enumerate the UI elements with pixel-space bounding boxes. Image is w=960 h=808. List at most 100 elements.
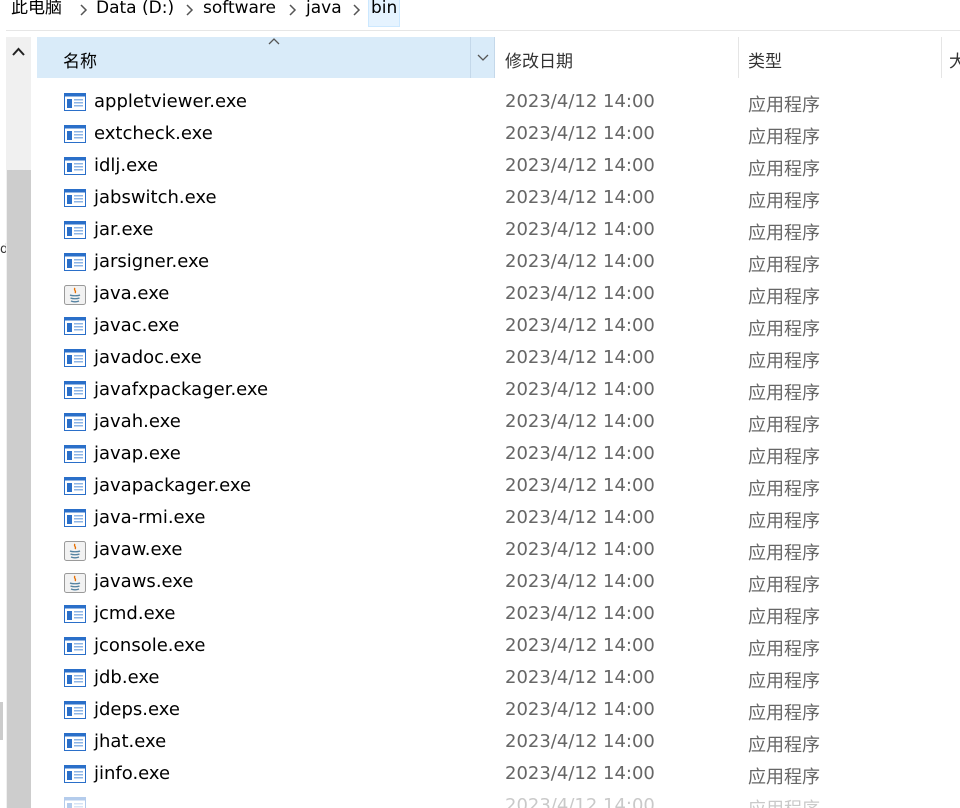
- file-row[interactable]: jconsole.exe 2023/4/12 14:00 应用程序: [37, 631, 960, 663]
- file-type: 应用程序: [748, 287, 820, 308]
- file-type: 应用程序: [748, 511, 820, 532]
- file-name[interactable]: javapackager.exe: [94, 475, 251, 496]
- app-window-icon: [64, 413, 86, 431]
- file-name[interactable]: javah.exe: [94, 411, 181, 432]
- file-modified-date: 2023/4/12 14:00: [505, 283, 655, 304]
- file-name[interactable]: javaws.exe: [94, 571, 193, 592]
- app-window-icon: [64, 445, 86, 463]
- column-header-type[interactable]: 类型: [748, 47, 782, 72]
- breadcrumb-item-software[interactable]: software: [203, 0, 276, 22]
- file-name[interactable]: java.exe: [94, 283, 169, 304]
- breadcrumb-item-java[interactable]: java: [306, 0, 342, 22]
- file-row[interactable]: jarsigner.exe 2023/4/12 14:00 应用程序: [37, 247, 960, 279]
- file-row[interactable]: jdeps.exe 2023/4/12 14:00 应用程序: [37, 695, 960, 727]
- column-name-label: 名称: [63, 52, 97, 72]
- file-type: 应用程序: [748, 447, 820, 468]
- file-name[interactable]: jabswitch.exe: [94, 187, 217, 208]
- file-name[interactable]: appletviewer.exe: [94, 91, 247, 112]
- app-window-icon: [64, 765, 86, 783]
- file-modified-date: 2023/4/12 14:00: [505, 315, 655, 336]
- file-row[interactable]: extcheck.exe 2023/4/12 14:00 应用程序: [37, 119, 960, 151]
- file-row[interactable]: appletviewer.exe 2023/4/12 14:00 应用程序: [37, 87, 960, 119]
- chevron-right-icon[interactable]: [289, 4, 297, 16]
- file-type: 应用程序: [748, 127, 820, 148]
- file-modified-date: 2023/4/12 14:00: [505, 795, 655, 808]
- breadcrumb-item-data-drive[interactable]: Data (D:): [96, 0, 174, 22]
- file-row[interactable]: javafxpackager.exe 2023/4/12 14:00 应用程序: [37, 375, 960, 407]
- file-modified-date: 2023/4/12 14:00: [505, 219, 655, 240]
- file-row[interactable]: jcmd.exe 2023/4/12 14:00 应用程序: [37, 599, 960, 631]
- app-window-icon: [64, 637, 86, 655]
- scroll-up-button[interactable]: [6, 37, 31, 67]
- file-type: 应用程序: [748, 735, 820, 756]
- app-window-icon: [64, 509, 86, 527]
- file-modified-date: 2023/4/12 14:00: [505, 731, 655, 752]
- chevron-right-icon[interactable]: [353, 4, 361, 16]
- file-name[interactable]: javac.exe: [94, 315, 179, 336]
- file-type: 应用程序: [748, 703, 820, 724]
- app-window-icon: [64, 157, 86, 175]
- file-row[interactable]: 2023/4/12 14:00 应用程序: [37, 791, 960, 808]
- breadcrumb: 此电脑 Data (D:) software java bin: [0, 0, 960, 31]
- file-type: 应用程序: [748, 191, 820, 212]
- file-type: 应用程序: [748, 255, 820, 276]
- file-modified-date: 2023/4/12 14:00: [505, 91, 655, 112]
- app-window-icon: [64, 797, 86, 808]
- file-name[interactable]: java-rmi.exe: [94, 507, 205, 528]
- file-row[interactable]: javadoc.exe 2023/4/12 14:00 应用程序: [37, 343, 960, 375]
- file-row[interactable]: jar.exe 2023/4/12 14:00 应用程序: [37, 215, 960, 247]
- file-name[interactable]: jcmd.exe: [94, 603, 176, 624]
- file-row[interactable]: jabswitch.exe 2023/4/12 14:00 应用程序: [37, 183, 960, 215]
- file-name[interactable]: javaw.exe: [94, 539, 182, 560]
- file-type: 应用程序: [748, 607, 820, 628]
- app-window-icon: [64, 669, 86, 687]
- file-type: 应用程序: [748, 795, 820, 808]
- file-name[interactable]: jinfo.exe: [94, 763, 170, 784]
- file-row[interactable]: jdb.exe 2023/4/12 14:00 应用程序: [37, 663, 960, 695]
- file-row[interactable]: javaw.exe 2023/4/12 14:00 应用程序: [37, 535, 960, 567]
- vertical-scrollbar[interactable]: [6, 37, 31, 808]
- file-row[interactable]: javac.exe 2023/4/12 14:00 应用程序: [37, 311, 960, 343]
- column-divider[interactable]: [738, 37, 739, 78]
- chevron-up-icon: [12, 47, 25, 56]
- column-divider[interactable]: [941, 37, 942, 78]
- app-window-icon: [64, 253, 86, 271]
- file-name[interactable]: jar.exe: [94, 219, 153, 240]
- app-window-icon: [64, 125, 86, 143]
- file-row[interactable]: javapackager.exe 2023/4/12 14:00 应用程序: [37, 471, 960, 503]
- file-modified-date: 2023/4/12 14:00: [505, 443, 655, 464]
- file-row[interactable]: javaws.exe 2023/4/12 14:00 应用程序: [37, 567, 960, 599]
- file-name[interactable]: javadoc.exe: [94, 347, 202, 368]
- column-filter-dropdown[interactable]: [470, 37, 495, 78]
- column-header-size[interactable]: 大: [949, 47, 960, 72]
- file-modified-date: 2023/4/12 14:00: [505, 699, 655, 720]
- breadcrumb-item-bin[interactable]: bin: [368, 0, 401, 27]
- chevron-right-icon[interactable]: [186, 4, 194, 16]
- file-name[interactable]: idlj.exe: [94, 155, 158, 176]
- file-name[interactable]: jconsole.exe: [94, 635, 205, 656]
- file-name[interactable]: extcheck.exe: [94, 123, 213, 144]
- file-row[interactable]: javap.exe 2023/4/12 14:00 应用程序: [37, 439, 960, 471]
- java-icon: [64, 573, 86, 593]
- file-name[interactable]: jhat.exe: [94, 731, 166, 752]
- chevron-right-icon[interactable]: [80, 4, 88, 16]
- file-row[interactable]: jhat.exe 2023/4/12 14:00 应用程序: [37, 727, 960, 759]
- file-name[interactable]: jdb.exe: [94, 667, 160, 688]
- column-header-name[interactable]: 名称: [37, 37, 495, 78]
- scrollbar-thumb[interactable]: [7, 170, 31, 808]
- file-row[interactable]: jinfo.exe 2023/4/12 14:00 应用程序: [37, 759, 960, 791]
- file-modified-date: 2023/4/12 14:00: [505, 187, 655, 208]
- file-name[interactable]: jarsigner.exe: [94, 251, 209, 272]
- file-type: 应用程序: [748, 671, 820, 692]
- breadcrumb-item-this-pc[interactable]: 此电脑: [11, 0, 62, 22]
- file-row[interactable]: idlj.exe 2023/4/12 14:00 应用程序: [37, 151, 960, 183]
- app-window-icon: [64, 221, 86, 239]
- file-row[interactable]: javah.exe 2023/4/12 14:00 应用程序: [37, 407, 960, 439]
- file-name[interactable]: jdeps.exe: [94, 699, 180, 720]
- file-name[interactable]: javafxpackager.exe: [94, 379, 268, 400]
- file-name[interactable]: javap.exe: [94, 443, 181, 464]
- file-row[interactable]: java.exe 2023/4/12 14:00 应用程序: [37, 279, 960, 311]
- app-window-icon: [64, 701, 86, 719]
- file-row[interactable]: java-rmi.exe 2023/4/12 14:00 应用程序: [37, 503, 960, 535]
- column-header-date[interactable]: 修改日期: [505, 47, 573, 72]
